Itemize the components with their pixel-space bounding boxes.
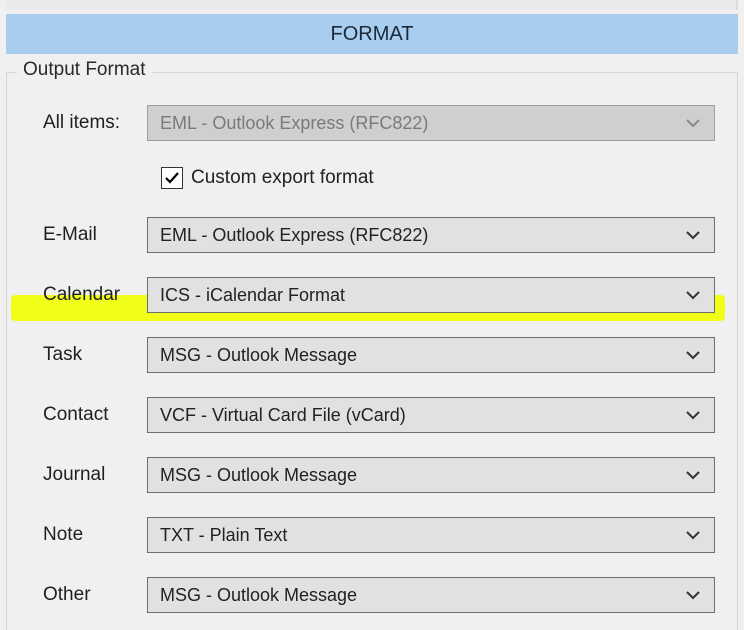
row-calendar: Calendar ICS - iCalendar Format xyxy=(29,273,715,317)
select-contact-value: VCF - Virtual Card File (vCard) xyxy=(160,405,684,426)
select-note-value: TXT - Plain Text xyxy=(160,525,684,546)
label-all-items: All items: xyxy=(29,112,147,134)
row-task: Task MSG - Outlook Message xyxy=(29,333,715,377)
output-format-fieldset: Output Format All items: EML - Outlook E… xyxy=(6,72,738,630)
chevron-down-icon xyxy=(684,466,702,484)
select-calendar-value: ICS - iCalendar Format xyxy=(160,285,684,306)
select-contact[interactable]: VCF - Virtual Card File (vCard) xyxy=(147,397,715,433)
label-other: Other xyxy=(29,584,147,606)
row-other: Other MSG - Outlook Message xyxy=(29,573,715,617)
top-spacer xyxy=(6,0,738,10)
section-header-format: FORMAT xyxy=(6,14,738,54)
label-email: E-Mail xyxy=(29,224,147,246)
checkbox-custom-export[interactable] xyxy=(161,167,183,189)
select-all-items: EML - Outlook Express (RFC822) xyxy=(147,105,715,141)
fieldset-legend: Output Format xyxy=(17,59,152,81)
select-note[interactable]: TXT - Plain Text xyxy=(147,517,715,553)
label-note: Note xyxy=(29,524,147,546)
chevron-down-icon xyxy=(684,346,702,364)
select-task[interactable]: MSG - Outlook Message xyxy=(147,337,715,373)
select-email-value: EML - Outlook Express (RFC822) xyxy=(160,225,684,246)
chevron-down-icon xyxy=(684,406,702,424)
label-journal: Journal xyxy=(29,464,147,486)
row-custom-export: Custom export format xyxy=(161,161,715,195)
select-task-value: MSG - Outlook Message xyxy=(160,345,684,366)
row-journal: Journal MSG - Outlook Message xyxy=(29,453,715,497)
chevron-down-icon xyxy=(684,226,702,244)
chevron-down-icon xyxy=(684,114,702,132)
chevron-down-icon xyxy=(684,586,702,604)
select-journal-value: MSG - Outlook Message xyxy=(160,465,684,486)
chevron-down-icon xyxy=(684,526,702,544)
select-journal[interactable]: MSG - Outlook Message xyxy=(147,457,715,493)
row-note: Note TXT - Plain Text xyxy=(29,513,715,557)
label-task: Task xyxy=(29,344,147,366)
select-all-items-value: EML - Outlook Express (RFC822) xyxy=(160,113,684,134)
output-format-fieldset-wrap: Output Format All items: EML - Outlook E… xyxy=(6,72,738,630)
format-settings-panel: FORMAT Output Format All items: EML - Ou… xyxy=(0,0,744,630)
row-all-items: All items: EML - Outlook Express (RFC822… xyxy=(29,101,715,145)
row-email: E-Mail EML - Outlook Express (RFC822) xyxy=(29,213,715,257)
section-header-label: FORMAT xyxy=(331,23,414,46)
label-calendar: Calendar xyxy=(29,284,147,306)
chevron-down-icon xyxy=(684,286,702,304)
select-other[interactable]: MSG - Outlook Message xyxy=(147,577,715,613)
row-contact: Contact VCF - Virtual Card File (vCard) xyxy=(29,393,715,437)
select-calendar[interactable]: ICS - iCalendar Format xyxy=(147,277,715,313)
select-email[interactable]: EML - Outlook Express (RFC822) xyxy=(147,217,715,253)
select-other-value: MSG - Outlook Message xyxy=(160,585,684,606)
label-contact: Contact xyxy=(29,404,147,426)
checkbox-custom-export-label: Custom export format xyxy=(191,167,374,189)
